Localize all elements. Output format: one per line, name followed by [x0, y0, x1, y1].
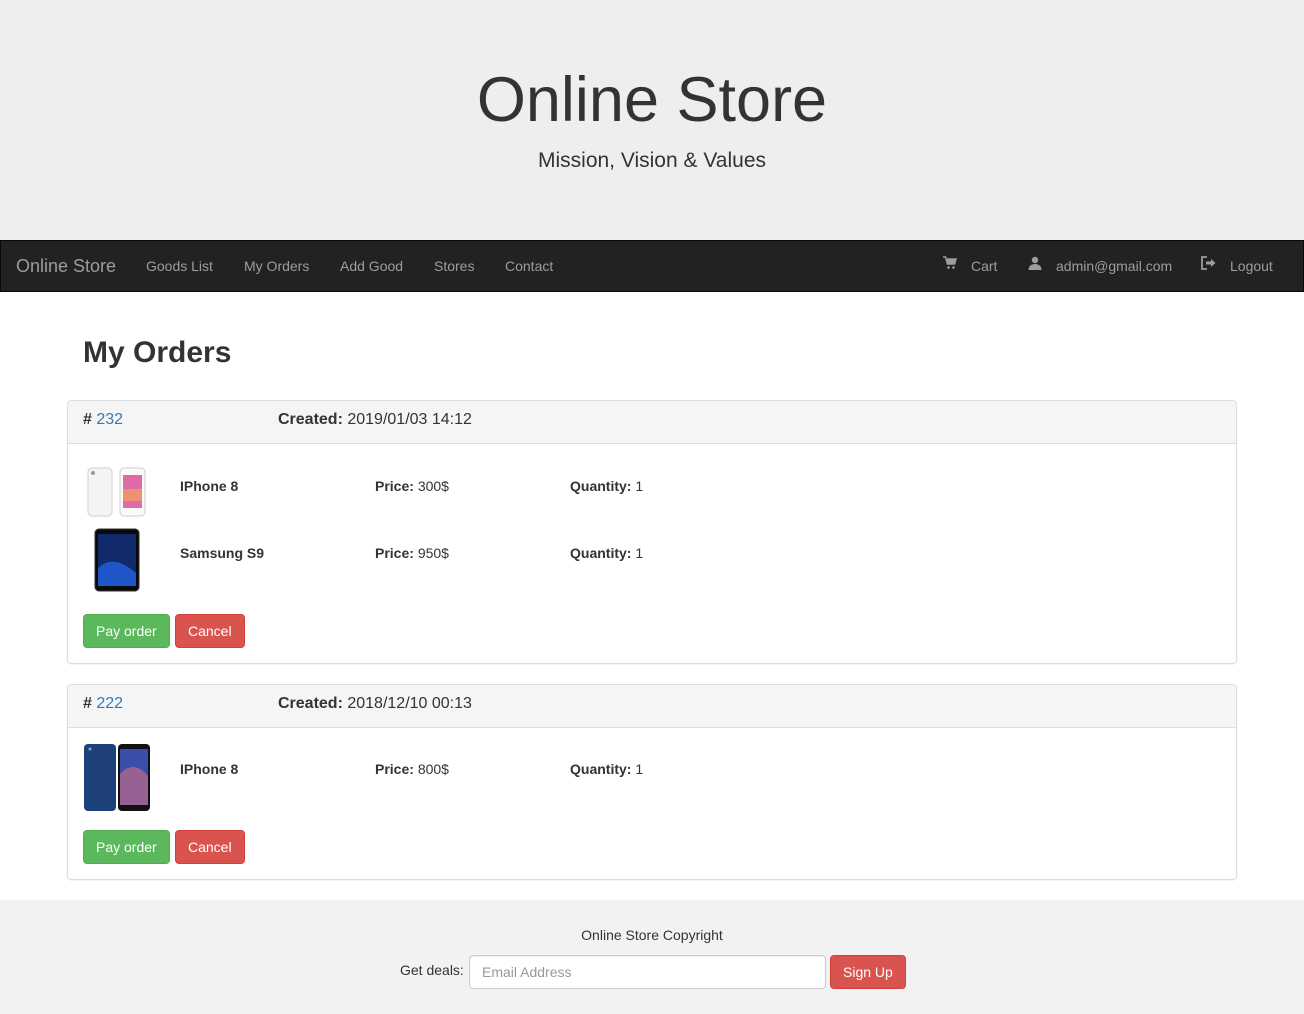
order-created-label: Created:: [278, 411, 343, 428]
quantity-label: Quantity:: [570, 478, 632, 494]
footer: Online Store Copyright Get deals: Sign U…: [0, 900, 1304, 1014]
nav-link-goods-list[interactable]: Goods List: [146, 241, 213, 291]
product-quantity: Quantity: 1: [570, 761, 643, 777]
deals-label: Get deals:: [400, 962, 464, 978]
price-label: Price:: [375, 478, 414, 494]
product-quantity: Quantity: 1: [570, 545, 643, 561]
product-image: [94, 528, 140, 592]
nav-link-my-orders[interactable]: My Orders: [244, 241, 309, 291]
product-image: [84, 744, 150, 811]
navbar: Online Store Goods List My Orders Add Go…: [0, 240, 1304, 292]
product-name: IPhone 8: [180, 761, 239, 777]
quantity-value: 1: [635, 761, 644, 777]
nav-user-email: admin@gmail.com: [1056, 258, 1173, 274]
user-icon: [1028, 240, 1042, 290]
cancel-order-button[interactable]: Cancel: [175, 614, 245, 648]
nav-link-add-good[interactable]: Add Good: [340, 241, 403, 291]
order-item: Samsung S9 Price: 950$ Quantity: 1: [83, 528, 1223, 595]
email-field[interactable]: [469, 955, 826, 989]
nav-user[interactable]: admin@gmail.com: [1028, 241, 1172, 291]
order-panel: # 222 Created: 2018/12/10 00:13 IPhone 8…: [67, 684, 1237, 880]
nav-logout[interactable]: Logout: [1201, 241, 1273, 291]
quantity-label: Quantity:: [570, 761, 632, 777]
order-created: Created: 2019/01/03 14:12: [278, 411, 472, 429]
product-quantity: Quantity: 1: [570, 478, 643, 494]
order-heading: # 232 Created: 2019/01/03 14:12: [68, 401, 1236, 444]
product-name: IPhone 8: [180, 478, 239, 494]
price-value: 800$: [417, 761, 449, 777]
jumbotron: Online Store Mission, Vision & Values: [0, 0, 1304, 240]
price-label: Price:: [375, 761, 414, 777]
nav-link-contact[interactable]: Contact: [505, 241, 553, 291]
order-created-date: 2018/12/10 00:13: [347, 695, 472, 712]
product-price: Price: 950$: [375, 545, 449, 561]
product-image: [87, 467, 146, 517]
signup-button[interactable]: Sign Up: [830, 955, 906, 989]
cancel-order-button[interactable]: Cancel: [175, 830, 245, 864]
site-title: Online Store: [476, 65, 828, 135]
product-name: Samsung S9: [180, 545, 265, 561]
pay-order-button[interactable]: Pay order: [83, 830, 170, 864]
price-label: Price:: [375, 545, 414, 561]
price-value: 300$: [417, 478, 449, 494]
order-created: Created: 2018/12/10 00:13: [278, 695, 472, 713]
order-number: # 222: [83, 695, 123, 713]
order-number: # 232: [83, 411, 123, 429]
order-item: IPhone 8 Price: 300$ Quantity: 1: [83, 461, 1223, 528]
quantity-label: Quantity:: [570, 545, 632, 561]
quantity-value: 1: [635, 545, 644, 561]
order-item: IPhone 8 Price: 800$ Quantity: 1: [83, 744, 1223, 811]
order-heading: # 222 Created: 2018/12/10 00:13: [68, 685, 1236, 728]
order-number-link[interactable]: 232: [96, 411, 123, 428]
nav-logout-label: Logout: [1230, 258, 1273, 274]
shopping-cart-icon: [943, 240, 958, 290]
log-out-icon: [1201, 240, 1216, 290]
order-hash: #: [83, 695, 92, 712]
footer-copyright: Online Store Copyright: [581, 927, 723, 943]
nav-cart-label: Cart: [971, 258, 998, 274]
product-price: Price: 800$: [375, 761, 449, 777]
pay-order-button[interactable]: Pay order: [83, 614, 170, 648]
nav-cart[interactable]: Cart: [943, 241, 997, 291]
price-value: 950$: [417, 545, 449, 561]
order-number-link[interactable]: 222: [96, 695, 123, 712]
nav-link-stores[interactable]: Stores: [434, 241, 474, 291]
order-created-date: 2019/01/03 14:12: [347, 411, 472, 428]
site-subtitle: Mission, Vision & Values: [538, 149, 766, 172]
order-created-label: Created:: [278, 695, 343, 712]
order-hash: #: [83, 411, 92, 428]
product-price: Price: 300$: [375, 478, 449, 494]
navbar-brand[interactable]: Online Store: [16, 241, 116, 291]
order-panel: # 232 Created: 2019/01/03 14:12 IPhone 8…: [67, 400, 1237, 664]
page-title: My Orders: [83, 336, 232, 369]
quantity-value: 1: [635, 478, 644, 494]
